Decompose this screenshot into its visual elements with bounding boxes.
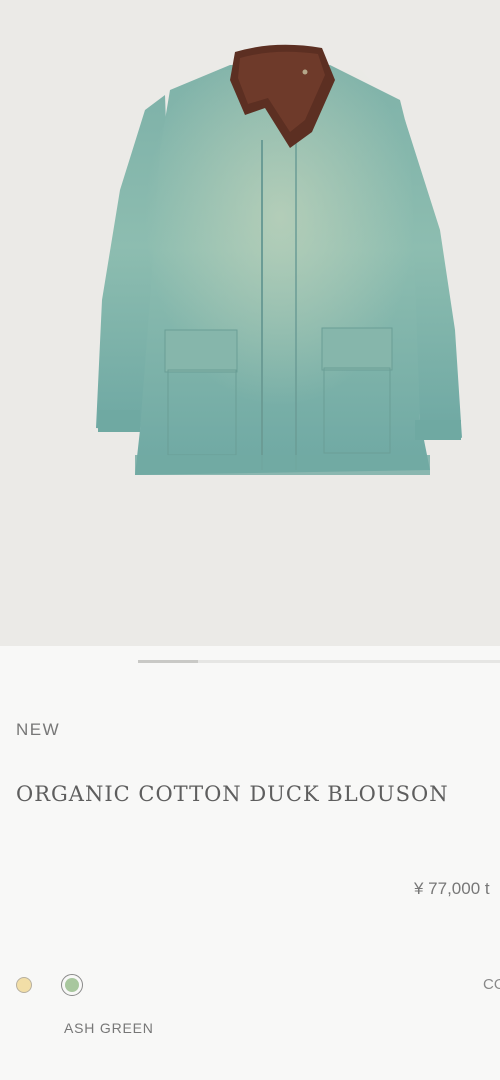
carousel-scroll-thumb[interactable] [138,660,198,663]
product-image[interactable] [0,0,500,646]
new-badge: NEW [16,720,61,739]
image-carousel-scrollbar[interactable] [138,660,500,663]
offscreen-text[interactable]: CO [483,976,500,993]
color-swatch-ash-green[interactable] [61,974,83,996]
color-swatch-cream[interactable] [16,977,32,993]
color-swatch-ash-green-fill [65,978,79,992]
product-price: ¥ 77,000 t [414,879,490,898]
selected-color-label: ASH GREEN [64,1020,154,1036]
product-title: ORGANIC COTTON DUCK BLOUSON [16,782,449,806]
jacket-illustration [96,44,462,490]
